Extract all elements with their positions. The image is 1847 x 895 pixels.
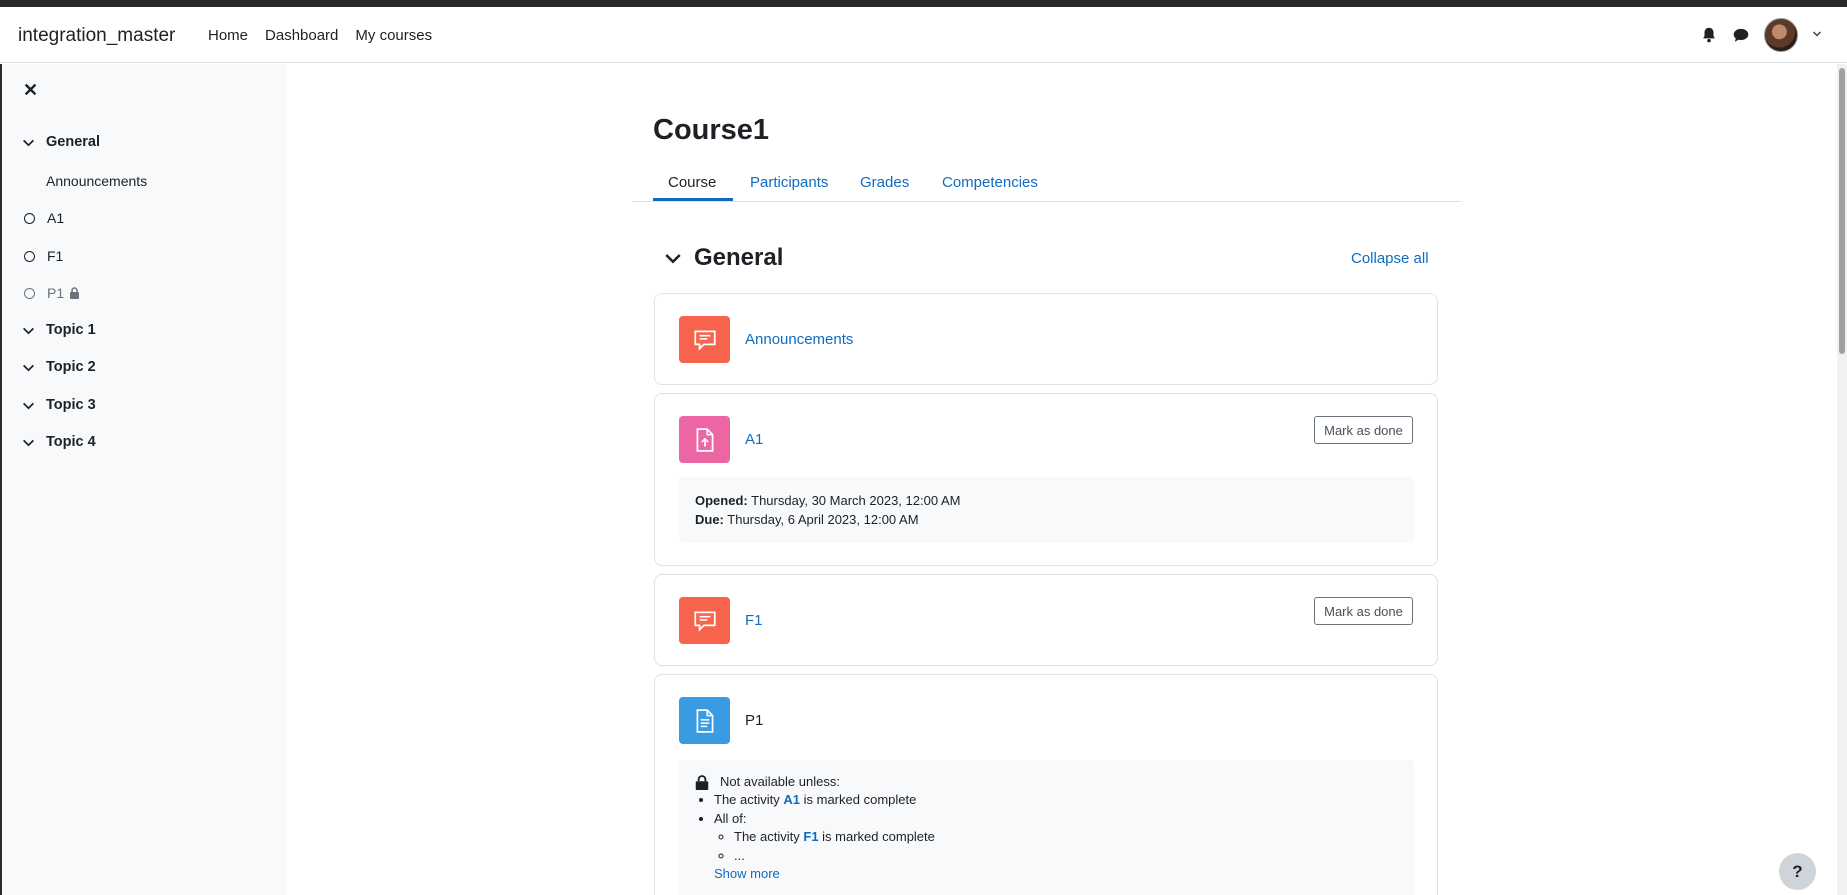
completion-circle-icon bbox=[24, 287, 35, 299]
assignment-icon bbox=[679, 416, 730, 463]
activity-link-f1[interactable]: F1 bbox=[745, 612, 763, 629]
completion-circle-icon bbox=[24, 212, 35, 224]
activity-name-p1: P1 bbox=[745, 712, 764, 729]
section-header-general: General bbox=[664, 244, 783, 272]
activity-link-announcements[interactable]: Announcements bbox=[745, 331, 853, 348]
completion-circle-icon bbox=[24, 250, 35, 262]
nav-home-link[interactable]: Home bbox=[208, 27, 248, 44]
tab-course[interactable]: Course bbox=[668, 174, 716, 191]
restriction-text: The activity bbox=[734, 829, 800, 844]
messages-icon[interactable] bbox=[1732, 26, 1750, 44]
drawer-section-general[interactable]: General bbox=[22, 134, 100, 150]
restriction-item: All of: The activity F1 is marked comple… bbox=[714, 810, 1398, 866]
chevron-down-icon[interactable] bbox=[22, 136, 36, 149]
window-top-strip bbox=[0, 0, 1847, 7]
drawer-section-label: Topic 3 bbox=[46, 397, 96, 413]
drawer-item-label: P1 bbox=[47, 285, 65, 301]
restriction-link-a1[interactable]: A1 bbox=[783, 792, 800, 807]
restriction-subitem: The activity F1 is marked complete bbox=[734, 828, 1398, 847]
nav-dashboard-link[interactable]: Dashboard bbox=[265, 27, 338, 44]
activity-card-f1: F1 Mark as done bbox=[654, 574, 1438, 666]
forum-icon bbox=[679, 597, 730, 644]
primary-navigation: Home Dashboard My courses bbox=[208, 27, 432, 44]
restriction-text: All of: bbox=[714, 810, 747, 826]
due-label: Due: bbox=[695, 512, 724, 527]
section-collapse-chevron-down-icon[interactable] bbox=[664, 249, 682, 267]
lock-icon bbox=[695, 774, 709, 790]
drawer-item-announcements[interactable]: Announcements bbox=[46, 173, 147, 189]
restriction-sublist: The activity F1 is marked complete ... bbox=[734, 828, 1398, 865]
restriction-subitem: ... bbox=[734, 847, 1398, 866]
chevron-down-icon[interactable] bbox=[22, 324, 36, 337]
restriction-text: is marked complete bbox=[803, 792, 917, 807]
tab-participants[interactable]: Participants bbox=[750, 174, 828, 191]
drawer-section-label: Topic 1 bbox=[46, 322, 96, 338]
course-tabs: Course Participants Grades Competencies bbox=[632, 154, 1461, 202]
chevron-down-icon[interactable] bbox=[22, 436, 36, 449]
drawer-section-label: General bbox=[46, 134, 100, 150]
restriction-heading: Not available unless: bbox=[720, 774, 840, 789]
drawer-item-a1[interactable]: A1 bbox=[22, 210, 64, 226]
chevron-down-icon[interactable] bbox=[22, 399, 36, 412]
restriction-text: The activity bbox=[714, 792, 780, 807]
drawer-section-topic-4[interactable]: Topic 4 bbox=[22, 434, 96, 450]
collapse-all-link[interactable]: Collapse all bbox=[1351, 250, 1429, 267]
nav-my-courses-link[interactable]: My courses bbox=[355, 27, 432, 44]
activity-card-a1: A1 Mark as done Opened: Thursday, 30 Mar… bbox=[654, 393, 1438, 566]
opened-value: Thursday, 30 March 2023, 12:00 AM bbox=[751, 493, 961, 508]
chevron-down-icon[interactable] bbox=[22, 361, 36, 374]
drawer-item-f1[interactable]: F1 bbox=[22, 248, 63, 264]
opened-label: Opened: bbox=[695, 493, 748, 508]
forum-icon bbox=[679, 316, 730, 363]
course-index-drawer: ✕ General Announcements A1 F1 P1 Topic 1… bbox=[0, 64, 287, 895]
user-navigation bbox=[1700, 18, 1822, 52]
drawer-item-label: F1 bbox=[47, 248, 64, 264]
restriction-item: The activity A1 is marked complete bbox=[714, 791, 1398, 810]
activity-card-announcements: Announcements bbox=[654, 293, 1438, 385]
user-avatar[interactable] bbox=[1764, 18, 1798, 52]
drawer-item-label: Announcements bbox=[46, 173, 148, 189]
site-name[interactable]: integration_master bbox=[18, 25, 175, 47]
show-more-link[interactable]: Show more bbox=[714, 865, 1398, 883]
drawer-item-p1[interactable]: P1 bbox=[22, 285, 80, 301]
restriction-link-f1[interactable]: F1 bbox=[803, 829, 818, 844]
drawer-section-topic-2[interactable]: Topic 2 bbox=[22, 359, 96, 375]
tab-competencies[interactable]: Competencies bbox=[942, 174, 1038, 191]
page-title: Course1 bbox=[653, 114, 770, 146]
tab-grades[interactable]: Grades bbox=[860, 174, 909, 191]
mark-as-done-button[interactable]: Mark as done bbox=[1314, 416, 1413, 444]
drawer-section-label: Topic 2 bbox=[46, 359, 96, 375]
due-value: Thursday, 6 April 2023, 12:00 AM bbox=[727, 512, 919, 527]
activity-link-a1[interactable]: A1 bbox=[745, 431, 763, 448]
opened-date-row: Opened: Thursday, 30 March 2023, 12:00 A… bbox=[695, 491, 1398, 510]
top-navbar: integration_master Home Dashboard My cou… bbox=[0, 7, 1847, 63]
page-scrollbar-thumb[interactable] bbox=[1839, 68, 1845, 354]
notifications-bell-icon[interactable] bbox=[1700, 26, 1718, 44]
lock-icon bbox=[69, 287, 80, 299]
close-drawer-icon[interactable]: ✕ bbox=[23, 80, 38, 101]
activity-card-p1: P1 Not available unless: The activity A1… bbox=[654, 674, 1438, 895]
user-menu-chevron-down-icon[interactable] bbox=[1812, 29, 1822, 42]
due-date-row: Due: Thursday, 6 April 2023, 12:00 AM bbox=[695, 510, 1398, 529]
page-icon bbox=[679, 697, 730, 744]
drawer-section-topic-3[interactable]: Topic 3 bbox=[22, 397, 96, 413]
section-title: General bbox=[694, 244, 784, 271]
access-restrictions: Not available unless: The activity A1 is… bbox=[679, 760, 1414, 895]
restriction-heading-row: Not available unless: bbox=[695, 773, 1398, 791]
active-tab-indicator bbox=[653, 198, 733, 201]
mark-as-done-button[interactable]: Mark as done bbox=[1314, 597, 1413, 625]
drawer-section-topic-1[interactable]: Topic 1 bbox=[22, 322, 96, 338]
drawer-section-label: Topic 4 bbox=[46, 434, 96, 450]
restriction-text: is marked complete bbox=[822, 829, 935, 844]
drawer-item-label: A1 bbox=[47, 210, 65, 226]
help-button[interactable]: ? bbox=[1779, 853, 1816, 890]
restriction-list: The activity A1 is marked complete All o… bbox=[714, 791, 1398, 865]
activity-dates: Opened: Thursday, 30 March 2023, 12:00 A… bbox=[679, 477, 1414, 543]
main-content: Course1 Course Participants Grades Compe… bbox=[287, 64, 1837, 895]
